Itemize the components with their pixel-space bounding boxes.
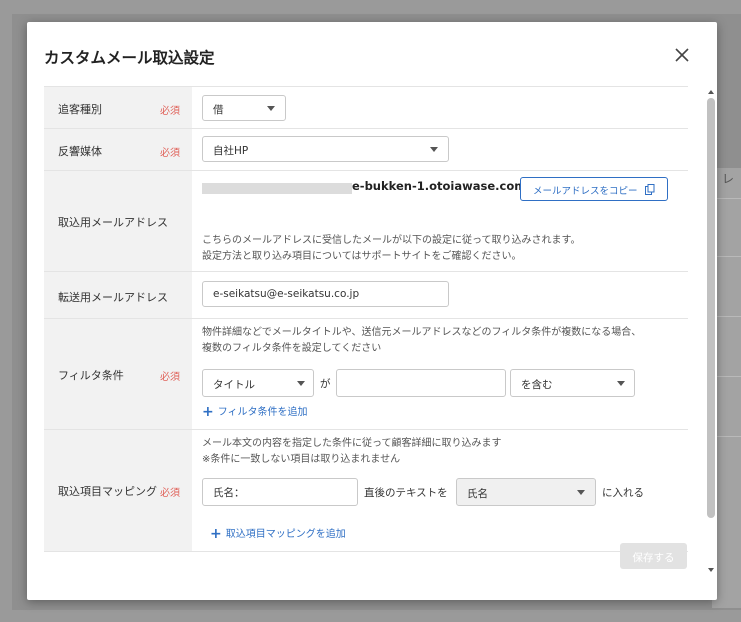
filter-value-input[interactable] <box>336 369 506 397</box>
chevron-down-icon <box>617 381 625 386</box>
required-badge: 必須 <box>160 106 180 117</box>
forward-email-field[interactable] <box>202 281 449 307</box>
add-filter-link[interactable]: + フィルタ条件を追加 <box>202 403 308 420</box>
mapping-suffix-text: に入れる <box>602 487 644 499</box>
scroll-up-arrow-icon[interactable] <box>708 90 714 94</box>
close-icon <box>675 48 689 62</box>
add-filter-label: フィルタ条件を追加 <box>217 407 308 418</box>
chevron-down-icon <box>430 147 438 152</box>
row-label-cell: フィルタ条件 必須 <box>44 319 192 430</box>
close-button[interactable] <box>667 40 697 70</box>
filter-particle: が <box>320 378 331 390</box>
copy-email-button[interactable]: メールアドレスをコピー <box>520 177 668 201</box>
filter-operator-select[interactable]: を含む <box>510 369 635 397</box>
custom-mail-settings-dialog: カスタムメール取込設定 追客種別 必須 借 反響媒体 必須 自社HP 取込用メー… <box>27 22 717 600</box>
media-select[interactable]: 自社HP <box>202 136 449 162</box>
row-forward-email: 転送用メールアドレス <box>44 271 688 319</box>
import-email-note-1: こちらのメールアドレスに受信したメールが以下の設定に従って取り込みされます。 <box>202 235 581 246</box>
chevron-down-icon <box>267 106 275 111</box>
scroll-down-arrow-icon[interactable] <box>708 568 714 572</box>
settings-form: 追客種別 必須 借 反響媒体 必須 自社HP 取込用メールアドレス e-bukk… <box>44 86 688 572</box>
plus-icon: + <box>202 404 214 420</box>
add-mapping-link[interactable]: + 取込項目マッピングを追加 <box>210 525 346 542</box>
row-customer-type: 追客種別 必須 借 <box>44 86 688 129</box>
filter-field-value: タイトル <box>213 379 255 391</box>
mapping-note-2: ※条件に一致しない項目は取り込まれません <box>202 454 401 465</box>
required-badge: 必須 <box>160 488 180 499</box>
import-email-note-2: 設定方法と取り込み項目についてはサポートサイトをご確認ください。 <box>202 251 522 262</box>
mapping-label: 取込項目マッピング <box>58 485 157 498</box>
chevron-down-icon <box>297 381 305 386</box>
import-email-address: e-bukken-1.otoiawase.com <box>352 179 527 193</box>
row-label-cell: 取込用メールアドレス <box>44 171 192 272</box>
customer-type-label: 追客種別 <box>58 103 102 116</box>
redacted-email-prefix <box>202 183 352 194</box>
customer-type-select[interactable]: 借 <box>202 95 286 121</box>
forward-email-label: 転送用メールアドレス <box>58 291 168 304</box>
mapping-note-1: メール本文の内容を指定した条件に従って顧客詳細に取り込みます <box>202 438 502 449</box>
mapping-middle-text: 直後のテキストを <box>364 487 448 499</box>
row-label-cell: 追客種別 必須 <box>44 87 192 129</box>
filter-note-1: 物件詳細などでメールタイトルや、送信元メールアドレスなどのフィルタ条件が複数にな… <box>202 327 642 338</box>
dialog-title: カスタムメール取込設定 <box>44 49 215 67</box>
background-partial-text: レ <box>722 172 735 186</box>
mapping-target-select[interactable]: 氏名 <box>456 478 596 506</box>
row-filter: フィルタ条件 必須 物件詳細などでメールタイトルや、送信元メールアドレスなどのフ… <box>44 318 688 430</box>
required-badge: 必須 <box>160 148 180 159</box>
mapping-source-input[interactable] <box>202 478 358 506</box>
media-value: 自社HP <box>213 145 249 157</box>
chevron-down-icon <box>577 490 585 495</box>
media-label: 反響媒体 <box>58 145 102 158</box>
form-scrollbar[interactable] <box>705 86 717 572</box>
row-label-cell: 取込項目マッピング 必須 <box>44 430 192 551</box>
plus-icon: + <box>210 526 222 542</box>
mapping-target-value: 氏名 <box>467 488 488 500</box>
customer-type-value: 借 <box>213 104 224 116</box>
copy-button-label: メールアドレスをコピー <box>533 186 638 197</box>
row-label-cell: 転送用メールアドレス <box>44 272 192 319</box>
import-email-label: 取込用メールアドレス <box>58 216 168 229</box>
copy-icon <box>645 184 655 195</box>
row-label-cell: 反響媒体 必須 <box>44 129 192 171</box>
filter-field-select[interactable]: タイトル <box>202 369 314 397</box>
save-button-label: 保存する <box>632 552 675 564</box>
add-mapping-label: 取込項目マッピングを追加 <box>225 529 346 540</box>
row-import-email: 取込用メールアドレス e-bukken-1.otoiawase.com メールア… <box>44 170 688 272</box>
save-button[interactable]: 保存する <box>620 543 687 569</box>
required-badge: 必須 <box>160 372 180 383</box>
scroll-thumb[interactable] <box>707 98 715 518</box>
filter-note-2: 複数のフィルタ条件を設定してください <box>202 343 382 354</box>
row-mapping: 取込項目マッピング 必須 メール本文の内容を指定した条件に従って顧客詳細に取り込… <box>44 429 688 552</box>
row-media: 反響媒体 必須 自社HP <box>44 128 688 171</box>
filter-operator-value: を含む <box>521 379 553 391</box>
filter-label: フィルタ条件 <box>58 369 124 382</box>
